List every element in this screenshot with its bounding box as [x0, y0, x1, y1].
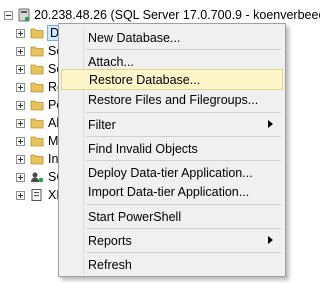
server-node[interactable]: 20.238.48.26 (SQL Server 17.0.700.9 - ko…: [4, 6, 320, 24]
menu-item-reports[interactable]: Reports: [61, 230, 283, 251]
menu-item-label: Reports: [88, 233, 132, 248]
menu-item-deploy-dac[interactable]: Deploy Data-tier Application...: [61, 162, 283, 183]
menu-separator: [86, 136, 281, 137]
folder-icon: [30, 118, 44, 129]
menu-item-label: Restore Files and Filegroups...: [88, 92, 259, 107]
menu-item-label: Deploy Data-tier Application...: [88, 165, 253, 180]
menu-item-label: Refresh: [88, 257, 132, 272]
tree-node-server-objects[interactable]: Se: [16, 60, 63, 78]
menu-item-label: Start PowerShell: [88, 209, 182, 224]
server-label: 20.238.48.26 (SQL Server 17.0.700.9 - ko…: [34, 8, 320, 22]
folder-icon: [30, 136, 44, 147]
tree-node-security[interactable]: Se: [16, 42, 63, 60]
menu-item-label: Import Data-tier Application...: [88, 184, 250, 199]
menu-item-refresh[interactable]: Refresh: [61, 254, 283, 275]
server-icon: [18, 8, 30, 22]
expand-icon[interactable]: [16, 172, 25, 182]
submenu-arrow-icon: [268, 236, 273, 244]
menu-item-label: Find Invalid Objects: [88, 141, 198, 156]
menu-item-filter[interactable]: Filter: [61, 114, 283, 135]
menu-item-restore-database[interactable]: Restore Database...: [61, 69, 283, 90]
expand-icon[interactable]: [16, 46, 25, 56]
menu-item-restore-files-filegroups[interactable]: Restore Files and Filegroups...: [61, 89, 283, 110]
menu-separator: [86, 252, 281, 253]
tree-node-always-on[interactable]: Al: [16, 114, 59, 132]
menu-separator: [86, 204, 281, 205]
folder-icon: [30, 154, 44, 165]
expand-icon[interactable]: [16, 154, 25, 164]
menu-item-label: New Database...: [88, 30, 181, 45]
menu-separator: [86, 112, 281, 113]
menu-separator: [86, 160, 281, 161]
menu-separator: [86, 228, 281, 229]
tree-node-replication[interactable]: Re: [16, 78, 64, 96]
xevent-profiler-icon: [31, 189, 42, 201]
menu-item-import-dac[interactable]: Import Data-tier Application...: [61, 181, 283, 202]
folder-icon: [30, 46, 44, 57]
folder-icon: [30, 28, 44, 39]
expand-icon[interactable]: [16, 100, 25, 110]
menu-item-new-database[interactable]: New Database...: [61, 27, 283, 48]
menu-item-start-powershell[interactable]: Start PowerShell: [61, 206, 283, 227]
menu-item-label: Attach...: [88, 54, 134, 69]
expand-icon[interactable]: [16, 136, 25, 146]
menu-item-find-invalid-objects[interactable]: Find Invalid Objects: [61, 138, 283, 159]
expand-icon[interactable]: [16, 118, 25, 128]
sql-agent-icon: [31, 172, 44, 183]
menu-separator: [86, 49, 281, 50]
expand-icon[interactable]: [16, 82, 25, 92]
menu-item-label: Restore Database...: [89, 72, 201, 87]
expand-icon[interactable]: [16, 190, 25, 200]
expand-icon[interactable]: [16, 64, 25, 74]
context-menu: New Database... Attach... Restore Databa…: [58, 23, 286, 277]
submenu-arrow-icon: [268, 120, 273, 128]
menu-item-label: Filter: [88, 117, 116, 132]
expand-icon[interactable]: [16, 28, 25, 38]
tree-node-polybase[interactable]: Po: [16, 96, 63, 114]
folder-icon: [30, 64, 44, 75]
folder-icon: [30, 100, 44, 111]
tree-node-integration-services[interactable]: Int: [16, 150, 62, 168]
folder-icon: [30, 82, 44, 93]
collapse-icon[interactable]: [4, 10, 13, 20]
